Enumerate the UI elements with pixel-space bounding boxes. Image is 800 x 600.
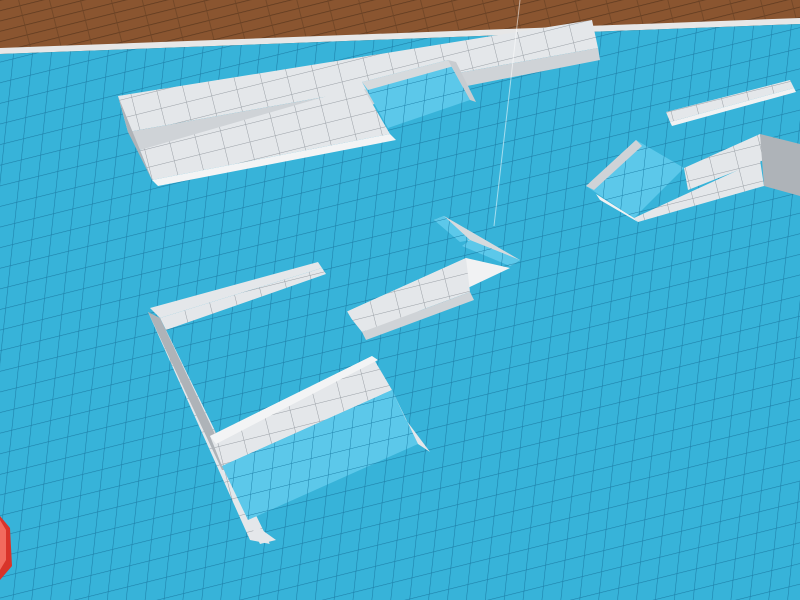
game-viewport[interactable] bbox=[0, 0, 800, 600]
